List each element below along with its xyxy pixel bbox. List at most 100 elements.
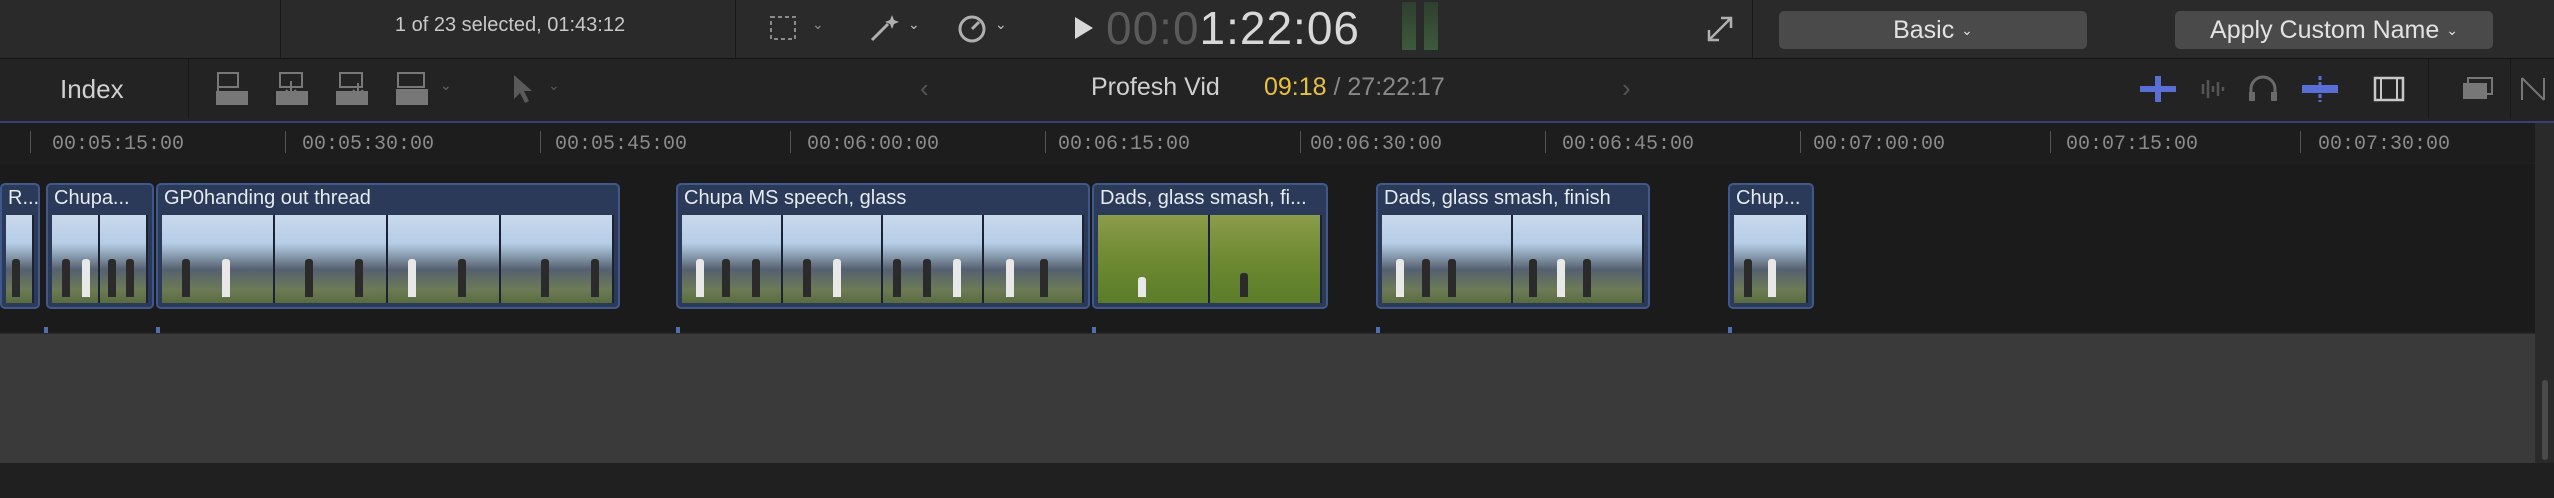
chevron-down-icon[interactable]: ⌄ [908, 16, 920, 33]
transform-tool-button[interactable] [768, 14, 798, 47]
clip-thumbnails [1734, 215, 1808, 303]
clip-thumbnails [1098, 215, 1322, 303]
timeline-clip[interactable]: Chupa MS speech, glass [676, 183, 1090, 309]
retime-button[interactable] [955, 12, 989, 49]
chevron-down-icon[interactable]: ⌄ [812, 16, 824, 33]
timeline-clip[interactable]: GP0handing out thread [156, 183, 620, 309]
chevron-down-icon: ⌄ [1961, 22, 1973, 38]
project-duration: 09:18 / 27:22:17 [1264, 73, 1445, 102]
ruler-tick [1045, 131, 1046, 153]
timeline-empty-area[interactable] [0, 333, 2535, 464]
apply-custom-name-dropdown[interactable]: Apply Custom Name ⌄ [2175, 11, 2493, 49]
ruler-label: 00:06:15:00 [1058, 133, 1191, 156]
timecode-display[interactable]: 00:01:22:06 [1106, 1, 1360, 55]
next-project-button[interactable]: › [1622, 73, 1631, 104]
chevron-down-icon[interactable]: ⌄ [995, 16, 1007, 33]
audio-meter-right [1424, 2, 1438, 50]
ruler-label: 00:05:15:00 [52, 133, 185, 156]
clip-title: Chupa MS speech, glass [684, 187, 907, 209]
browser-toggle-icon [2463, 77, 2493, 99]
clip-appearance-button[interactable] [2372, 74, 2406, 111]
header-divider [2510, 59, 2511, 119]
playhead-time: 09:18 [1264, 73, 1327, 101]
enhancements-button[interactable] [868, 12, 902, 49]
audio-meter-left [1402, 2, 1416, 50]
snapping-button[interactable] [2300, 74, 2340, 111]
play-button[interactable] [1072, 14, 1096, 47]
workspace-dropdown[interactable]: Basic ⌄ [1779, 11, 2087, 49]
toolbar-divider [1752, 0, 1753, 58]
ruler-label: 00:05:30:00 [302, 133, 435, 156]
chevron-down-icon[interactable]: ⌄ [548, 77, 560, 94]
headphones-icon [2249, 75, 2277, 101]
clip-thumbnails [682, 215, 1084, 303]
overwrite-clip-icon [396, 72, 428, 105]
play-icon [1075, 17, 1093, 39]
clip-appearance-icon [2373, 76, 2405, 102]
timeline-bottom-strip [0, 463, 2554, 498]
selection-info: 1 of 23 selected, 01:43:12 [394, 14, 626, 36]
ruler-tick [790, 131, 791, 153]
snapping-icon [2302, 76, 2338, 102]
connect-clip-icon [336, 72, 368, 105]
timeline-clip[interactable]: Chupa... [46, 183, 154, 309]
ruler-tick [1800, 131, 1801, 153]
index-button[interactable]: Index [60, 74, 124, 105]
ruler-label: 00:07:00:00 [1813, 133, 1946, 156]
workspace-label: Basic [1893, 16, 1955, 44]
transform-icon [770, 16, 796, 40]
top-toolbar: 1 of 23 selected, 01:43:12 ⌄ ⌄ ⌄ 00:01:2… [0, 0, 2554, 59]
header-divider [188, 59, 189, 119]
speed-icon [958, 15, 986, 43]
connect-clip-button[interactable] [332, 69, 372, 114]
fullscreen-icon [1707, 16, 1733, 42]
append-clip-icon [216, 72, 248, 105]
ruler-tick [30, 131, 31, 153]
ruler-label: 00:07:15:00 [2066, 133, 2199, 156]
clip-thumbnails [1382, 215, 1644, 303]
video-skimming-button[interactable] [2138, 74, 2178, 111]
tool-select-button[interactable] [510, 73, 538, 110]
chevron-down-icon[interactable]: ⌄ [440, 77, 452, 94]
clip-title: R... [8, 187, 40, 209]
inspector-toggle-button[interactable] [2518, 74, 2548, 111]
fullscreen-button[interactable] [1705, 14, 1735, 49]
clip-thumbnails [162, 215, 614, 303]
insert-clip-icon [276, 72, 308, 105]
inspector-toggle-icon [2521, 77, 2545, 101]
ruler-label: 00:05:45:00 [555, 133, 688, 156]
previous-project-button[interactable]: ‹ [920, 73, 929, 104]
ruler-tick [285, 131, 286, 153]
ruler-tick [540, 131, 541, 153]
audio-waveform-button[interactable] [2194, 74, 2230, 111]
ruler-label: 00:06:00:00 [807, 133, 940, 156]
ruler-tick [2050, 131, 2051, 153]
append-clip-button[interactable] [212, 69, 252, 114]
clip-thumbnails [52, 215, 148, 303]
timeline-clip[interactable]: Chup... [1728, 183, 1814, 309]
timeline-ruler[interactable]: 00:05:15:00 00:05:30:00 00:05:45:00 00:0… [0, 123, 2554, 163]
header-divider [2428, 59, 2429, 119]
clip-title: Chupa... [54, 187, 130, 209]
ruler-label: 00:06:30:00 [1310, 133, 1443, 156]
clip-title: Dads, glass smash, finish [1384, 187, 1611, 209]
waveform-icon [2201, 80, 2225, 98]
timeline-clip[interactable]: Dads, glass smash, finish [1376, 183, 1650, 309]
audio-skimming-icon [2140, 76, 2176, 102]
timeline-clip[interactable]: Dads, glass smash, fi... [1092, 183, 1328, 309]
insert-clip-button[interactable] [272, 69, 312, 114]
clip-title: Dads, glass smash, fi... [1100, 187, 1307, 209]
magic-wand-icon [870, 15, 899, 42]
chevron-down-icon: ⌄ [2446, 22, 2458, 38]
clip-thumbnails [6, 215, 34, 303]
apply-custom-name-label: Apply Custom Name [2210, 16, 2440, 44]
solo-button[interactable] [2246, 74, 2280, 111]
project-name: Profesh Vid [1091, 73, 1220, 101]
scrollbar-thumb[interactable] [2542, 380, 2548, 460]
timeline-clip[interactable]: R... [0, 183, 40, 309]
timeline-header: Index ⌄ ⌄ ‹ Profesh Vid 09:18 / 27:22:17… [0, 59, 2554, 123]
ruler-label: 00:06:45:00 [1562, 133, 1695, 156]
ruler-label: 00:07:30:00 [2318, 133, 2451, 156]
overwrite-clip-button[interactable] [392, 69, 432, 114]
browser-toggle-button[interactable] [2460, 74, 2494, 111]
